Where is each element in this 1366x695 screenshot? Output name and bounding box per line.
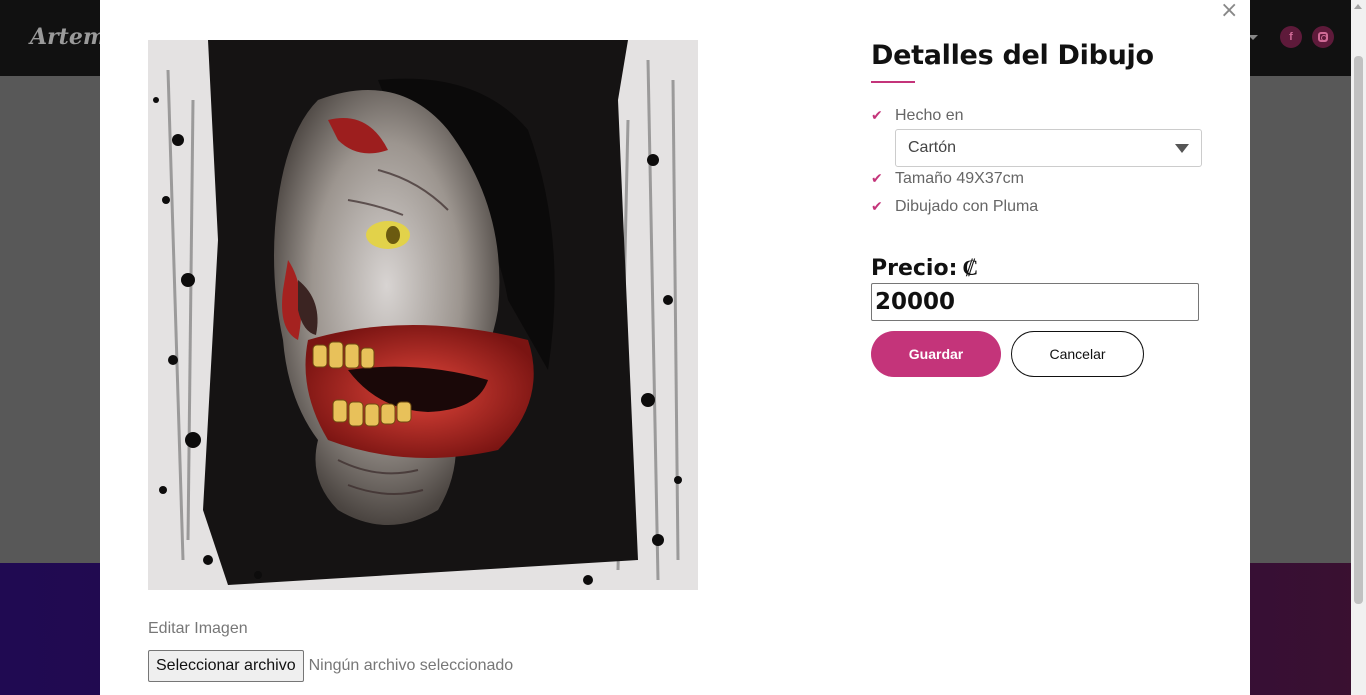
edit-drawing-modal: × Editar Imagen Seleccionar archivo Ning… (100, 0, 1250, 695)
feature-technique: ✔ Dibujado con Pluma (871, 193, 1211, 221)
size-text: Tamaño 49X37cm (895, 170, 1024, 187)
facebook-icon[interactable]: f (1280, 26, 1302, 48)
page-scrollbar[interactable] (1351, 0, 1366, 695)
artwork-image (148, 40, 698, 590)
technique-text: Dibujado con Pluma (895, 198, 1039, 215)
facebook-glyph: f (1289, 31, 1293, 43)
scroll-up-arrow-icon[interactable] (1354, 4, 1362, 9)
check-icon: ✔ (871, 199, 883, 215)
material-selected-value: Cartón (908, 139, 957, 156)
details-title: Detalles del Dibujo (871, 40, 1154, 71)
cancel-button[interactable]: Cancelar (1011, 331, 1144, 377)
feature-made-in: ✔ Hecho en (871, 102, 1211, 130)
currency-symbol: ₡ (962, 255, 979, 281)
price-label: Precio: ₡ (871, 255, 1211, 281)
action-buttons: Guardar Cancelar (871, 331, 1211, 377)
chevron-down-icon (1175, 143, 1189, 153)
material-select-row: Cartón (871, 129, 1211, 167)
file-input: Seleccionar archivo Ningún archivo selec… (148, 650, 513, 682)
instagram-glyph (1318, 32, 1328, 42)
close-icon[interactable]: × (1220, 0, 1238, 23)
scrollbar-thumb[interactable] (1354, 56, 1363, 604)
save-button[interactable]: Guardar (871, 331, 1001, 377)
file-status-text: Ningún archivo seleccionado (308, 657, 514, 674)
check-icon: ✔ (871, 171, 883, 187)
made-in-label: Hecho en (895, 107, 964, 124)
feature-size: ✔ Tamaño 49X37cm (871, 165, 1211, 193)
material-select[interactable]: Cartón (895, 129, 1202, 167)
instagram-icon[interactable] (1312, 26, 1334, 48)
feature-list: ✔ Hecho en Cartón ✔ Tamaño 49X37cm ✔ Dib… (871, 102, 1211, 221)
price-label-text: Precio: (871, 256, 958, 281)
check-icon: ✔ (871, 108, 883, 124)
edit-image-label: Editar Imagen (148, 620, 248, 637)
title-underline (871, 81, 915, 83)
drawing-details-panel: Detalles del Dibujo ✔ Hecho en Cartón ✔ … (871, 40, 1211, 377)
price-input[interactable]: 20000 (871, 283, 1199, 321)
select-file-button[interactable]: Seleccionar archivo (148, 650, 304, 682)
zombie-drawing-image (148, 40, 698, 590)
